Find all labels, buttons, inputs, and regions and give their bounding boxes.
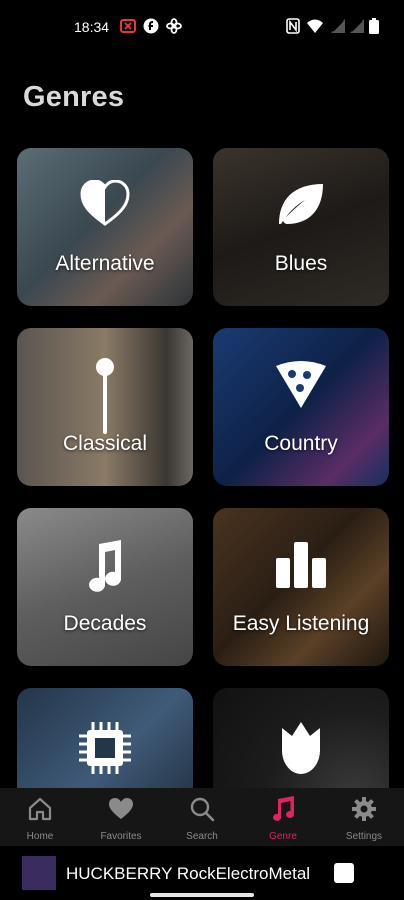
mini-player[interactable]: HUCKBERRY RockElectroMetal bbox=[0, 846, 404, 900]
genre-card-classical[interactable]: Classical bbox=[17, 328, 193, 486]
signal-icon bbox=[350, 19, 364, 33]
nav-label: Search bbox=[186, 831, 218, 842]
stop-icon[interactable] bbox=[334, 863, 354, 883]
nav-favorites[interactable]: Favorites bbox=[81, 788, 161, 846]
fan-icon bbox=[166, 18, 182, 34]
genre-card-country[interactable]: Country bbox=[213, 328, 389, 486]
music-note-icon bbox=[273, 796, 295, 821]
genre-label: Blues bbox=[274, 252, 328, 275]
nav-label: Home bbox=[26, 831, 54, 842]
home-indicator bbox=[150, 893, 254, 897]
nav-search[interactable]: Search bbox=[162, 788, 242, 846]
genre-label: Easy Listening bbox=[232, 612, 370, 635]
battery-icon bbox=[369, 18, 379, 34]
nav-label: Genre bbox=[269, 831, 297, 842]
genre-card-blues[interactable]: Blues bbox=[213, 148, 389, 306]
alert-icon bbox=[120, 19, 136, 33]
bottom-nav: Home Favorites Search Genre Settings bbox=[0, 788, 404, 846]
pin-icon bbox=[96, 358, 114, 434]
bar-chart-icon bbox=[276, 542, 326, 588]
search-icon bbox=[190, 797, 215, 822]
music-note-icon bbox=[89, 540, 122, 592]
signal-icon bbox=[331, 19, 345, 33]
genre-label: Country bbox=[264, 432, 338, 455]
wifi-icon bbox=[307, 19, 323, 33]
nav-settings[interactable]: Settings bbox=[324, 788, 404, 846]
nav-label: Settings bbox=[345, 831, 383, 842]
nav-label: Favorites bbox=[100, 831, 142, 842]
rose-icon bbox=[282, 722, 320, 774]
track-title: HUCKBERRY RockElectroMetal bbox=[66, 864, 311, 883]
f-app-icon bbox=[143, 18, 159, 34]
pizza-icon bbox=[276, 361, 326, 408]
nav-genre[interactable]: Genre bbox=[243, 788, 323, 846]
chip-icon bbox=[79, 722, 131, 774]
status-bar: 18:34 bbox=[0, 0, 404, 56]
genre-label: Classical bbox=[62, 432, 148, 455]
heart-half-icon bbox=[80, 180, 130, 226]
genre-card-easy-listening[interactable]: Easy Listening bbox=[213, 508, 389, 666]
nav-home[interactable]: Home bbox=[0, 788, 80, 846]
nfc-icon bbox=[286, 18, 300, 34]
status-time: 18:34 bbox=[74, 19, 110, 35]
page-title: Genres bbox=[23, 81, 125, 113]
album-art bbox=[22, 856, 56, 890]
genre-card-decades[interactable]: Decades bbox=[17, 508, 193, 666]
genre-card-alternative[interactable]: Alternative bbox=[17, 148, 193, 306]
home-icon bbox=[28, 797, 52, 821]
gear-icon bbox=[352, 797, 376, 821]
genre-label: Alternative bbox=[55, 252, 155, 275]
heart-icon bbox=[109, 798, 133, 819]
genre-label: Decades bbox=[63, 612, 147, 635]
leaf-icon bbox=[279, 184, 323, 224]
